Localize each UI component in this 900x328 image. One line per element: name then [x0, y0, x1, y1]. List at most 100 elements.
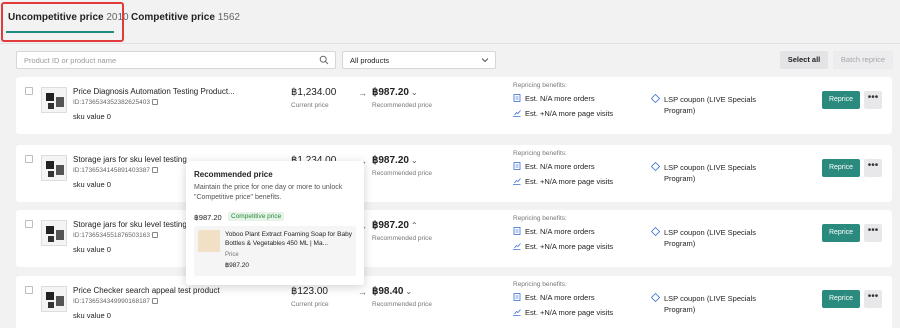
repricing-benefits-title: Repricing benefits: [513, 281, 567, 288]
sku-value: sku value 0 [73, 180, 111, 189]
coupon-tag-icon [651, 293, 660, 302]
recommended-price-value: ฿987.20 [372, 220, 409, 231]
benefit-orders: Est. N/A more orders [513, 227, 595, 236]
benefit-visits: Est. +N/A more page visits [513, 308, 613, 317]
product-id: ID:1736534551876503163 [73, 232, 158, 239]
row-checkbox[interactable] [25, 286, 33, 294]
recommended-price[interactable]: ฿987.20 ⌄ [372, 87, 418, 98]
trend-icon [513, 110, 521, 117]
select-all-button[interactable]: Select all [780, 51, 828, 69]
benefit-orders: Est. N/A more orders [513, 293, 595, 302]
reference-product-card[interactable]: Yoboo Plant Extract Foaming Soap for Bab… [194, 226, 356, 276]
benefit-orders: Est. N/A more orders [513, 162, 595, 171]
coupon-tag-icon [651, 94, 660, 103]
chevron-down-icon [481, 58, 489, 63]
filter-value: All products [350, 56, 390, 65]
chevron-icon: ⌄ [410, 156, 418, 165]
trend-icon [513, 178, 521, 185]
reprice-button[interactable]: Reprice [822, 91, 860, 109]
product-id: ID:1736534349990168187 [73, 298, 158, 305]
row-checkbox[interactable] [25, 220, 33, 228]
tab-bar: Uncompetitive price 2010 Competitive pri… [0, 0, 900, 44]
product-thumbnail [198, 230, 220, 252]
more-options-button[interactable]: ••• [864, 159, 882, 177]
current-price: ฿123.00 [291, 286, 328, 297]
chevron-icon: ⌃ [410, 221, 418, 230]
benefit-visits: Est. +N/A more page visits [513, 242, 613, 251]
product-filter-select[interactable]: All products [342, 51, 496, 69]
product-id: ID:1736534352382625403 [73, 99, 158, 106]
trend-icon [513, 243, 521, 250]
tab-label: Competitive price [131, 12, 215, 23]
current-price-label: Current price [291, 301, 329, 308]
repricing-benefits-title: Repricing benefits: [513, 150, 567, 157]
more-options-button[interactable]: ••• [864, 290, 882, 308]
sku-value: sku value 0 [73, 112, 111, 121]
recommended-price-label: Recommended price [372, 170, 432, 177]
copy-icon[interactable] [152, 232, 158, 238]
current-price: ฿1,234.00 [291, 87, 337, 98]
product-row: Storage jars for sku level testing ID:17… [16, 145, 892, 202]
arrow-right-icon: → [358, 88, 367, 98]
recommended-price-value: ฿98.40 [372, 286, 404, 297]
row-checkbox[interactable] [25, 87, 33, 95]
recommended-price-popover: Recommended price Maintain the price for… [186, 161, 364, 285]
highlight-box [1, 2, 124, 42]
product-id-text: ID:1736534349990168187 [73, 298, 150, 305]
chevron-icon: ⌄ [410, 88, 418, 97]
benefit-orders: Est. N/A more orders [513, 94, 595, 103]
more-options-button[interactable]: ••• [864, 224, 882, 242]
product-thumbnail [41, 220, 67, 246]
coupon-tag-icon [651, 227, 660, 236]
benefit-visits-text: Est. +N/A more page visits [525, 242, 614, 251]
arrow-right-icon: → [358, 287, 367, 297]
batch-reprice-button[interactable]: Batch reprice [833, 51, 893, 69]
reprice-button[interactable]: Reprice [822, 224, 860, 242]
recommended-price[interactable]: ฿987.20 ⌃ [372, 220, 418, 231]
document-icon [513, 162, 521, 170]
popover-description: Maintain the price for one day or more t… [194, 184, 343, 201]
popover-title: Recommended price [194, 170, 273, 179]
product-id-text: ID:1736534352382625403 [73, 99, 150, 106]
product-name[interactable]: Price Diagnosis Automation Testing Produ… [73, 87, 243, 96]
document-icon [513, 227, 521, 235]
product-id-text: ID:1736534145891403387 [73, 167, 150, 174]
benefit-visits: Est. +N/A more page visits [513, 177, 613, 186]
search-input[interactable]: Product ID or product name [16, 51, 336, 69]
benefit-orders-text: Est. N/A more orders [525, 162, 595, 171]
sku-value: sku value 0 [73, 245, 111, 254]
recommended-price[interactable]: ฿987.20 ⌄ [372, 155, 418, 166]
recommended-price-value: ฿987.20 [372, 87, 409, 98]
benefit-orders-text: Est. N/A more orders [525, 94, 595, 103]
more-options-button[interactable]: ••• [864, 91, 882, 109]
current-price-label: Current price [291, 102, 329, 109]
benefit-visits-text: Est. +N/A more page visits [525, 109, 614, 118]
tab-competitive-price[interactable]: Competitive price 1562 [131, 12, 240, 23]
trend-icon [513, 309, 521, 316]
copy-icon[interactable] [152, 167, 158, 173]
product-row: Storage jars for sku level testing ID:17… [16, 210, 892, 267]
sku-value: sku value 0 [73, 311, 111, 320]
reprice-button[interactable]: Reprice [822, 159, 860, 177]
product-thumbnail [41, 286, 67, 312]
product-name[interactable]: Price Checker search appeal test product [73, 286, 243, 295]
recommended-price-label: Recommended price [372, 301, 432, 308]
copy-icon[interactable] [152, 298, 158, 304]
row-checkbox[interactable] [25, 155, 33, 163]
document-icon [513, 94, 521, 102]
recommended-price-value: ฿987.20 [372, 155, 409, 166]
product-id-text: ID:1736534551876503163 [73, 232, 150, 239]
benefit-orders-text: Est. N/A more orders [525, 227, 595, 236]
product-row: Price Diagnosis Automation Testing Produ… [16, 77, 892, 134]
search-placeholder: Product ID or product name [24, 56, 117, 65]
copy-icon[interactable] [152, 99, 158, 105]
reference-price-value: ฿987.20 [225, 262, 250, 269]
popover-price: ฿987.20 [194, 213, 222, 222]
reference-product-name: Yoboo Plant Extract Foaming Soap for Bab… [225, 231, 352, 247]
repricing-benefits-title: Repricing benefits: [513, 215, 567, 222]
reprice-button[interactable]: Reprice [822, 290, 860, 308]
recommended-price[interactable]: ฿98.40 ⌄ [372, 286, 412, 297]
product-thumbnail [41, 155, 67, 181]
tab-count: 1562 [217, 12, 240, 23]
coupon-benefit: LSP coupon (LIVE Specials Program) [664, 163, 757, 183]
